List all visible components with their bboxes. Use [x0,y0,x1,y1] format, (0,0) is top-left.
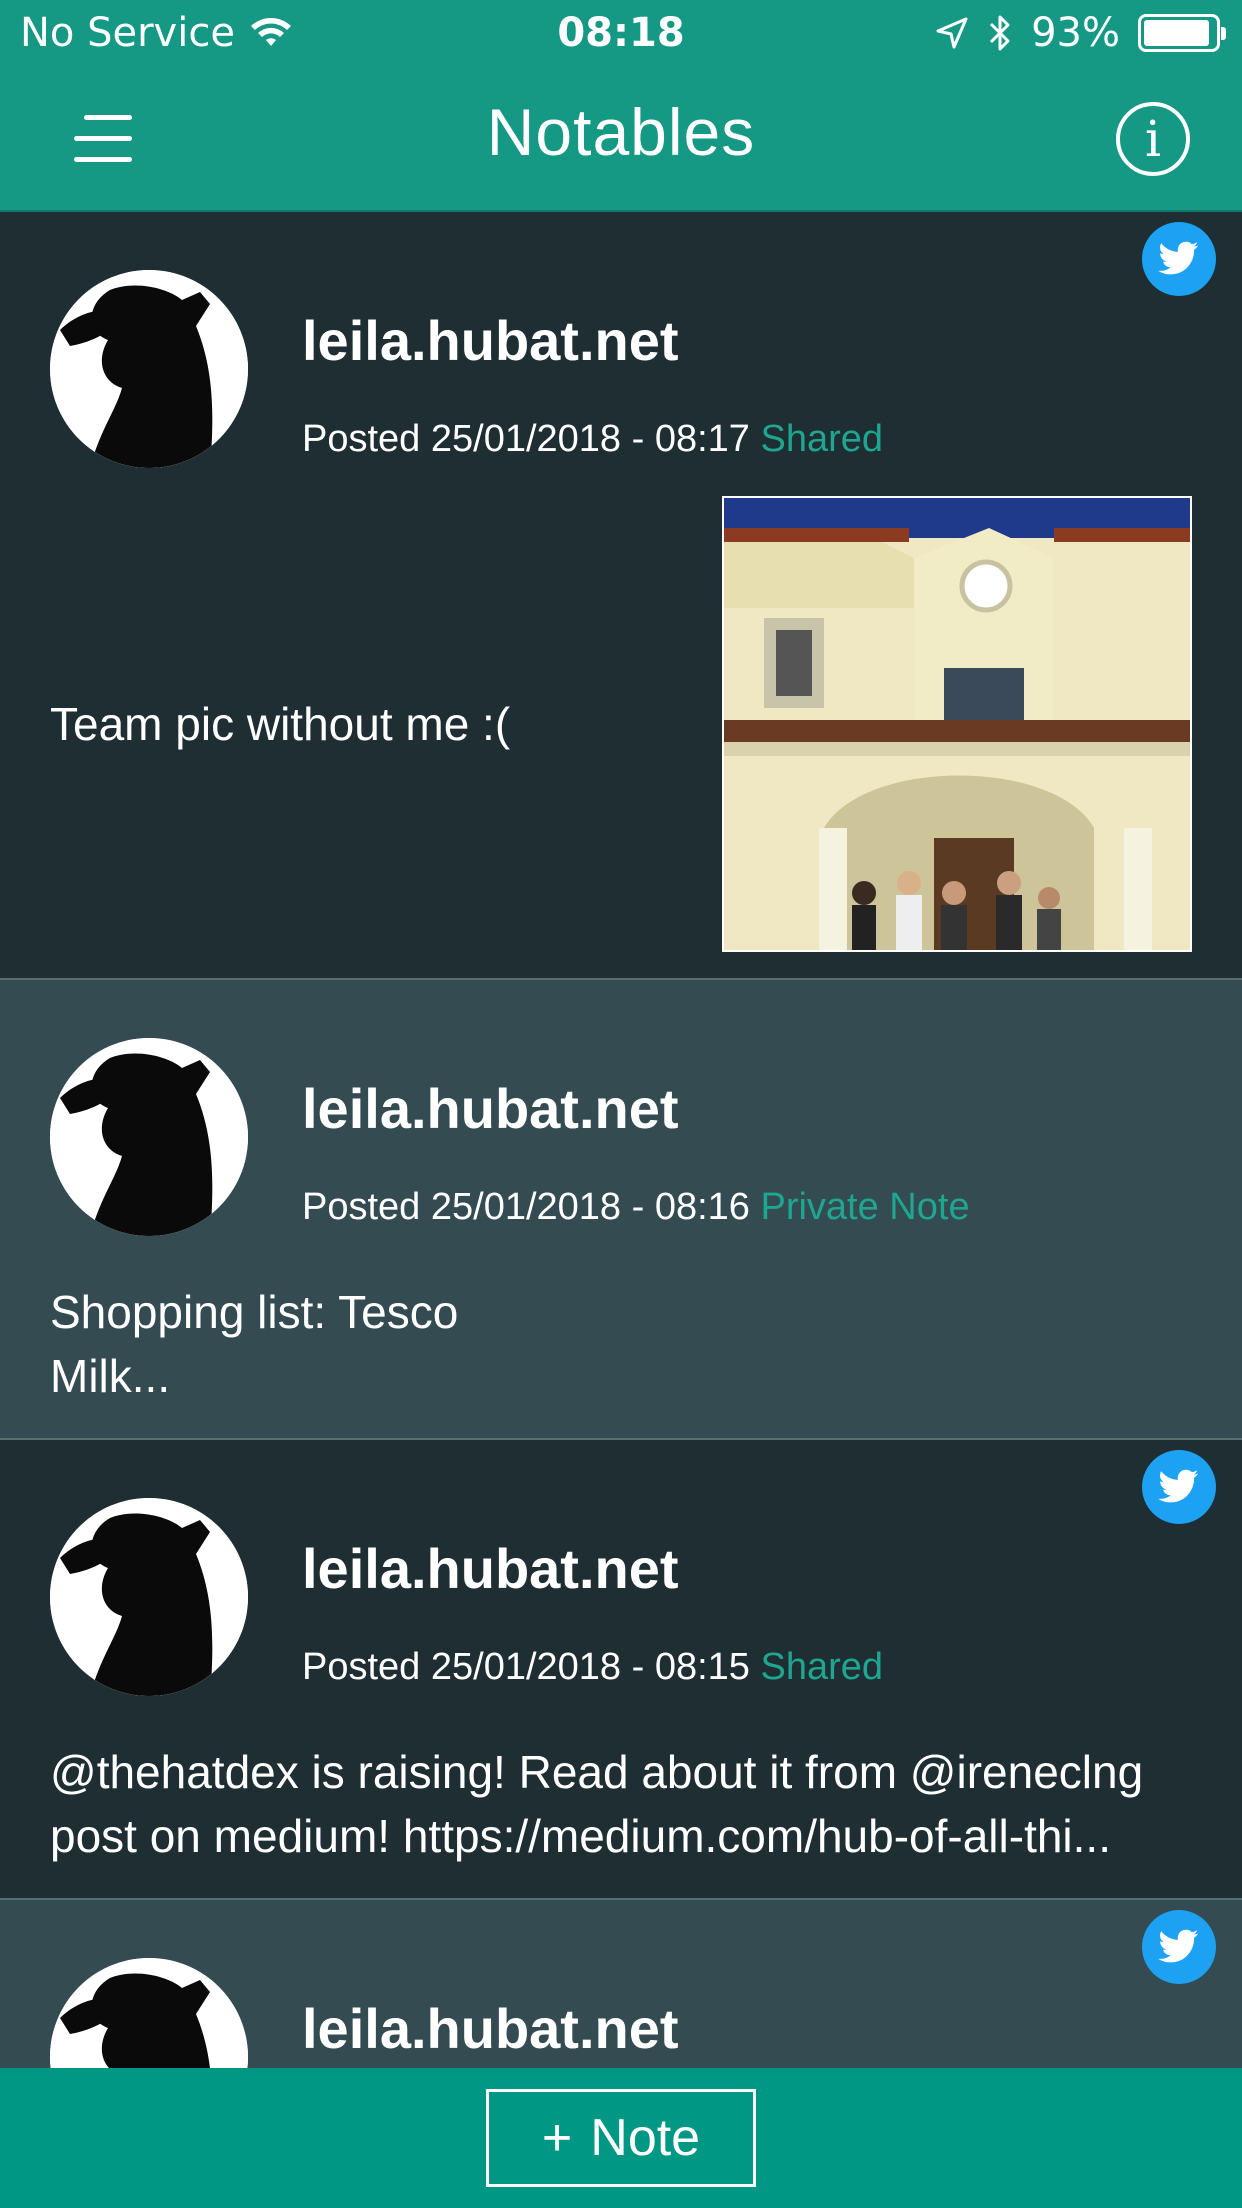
visibility-tag: Private Note [760,1186,970,1228]
avatar[interactable] [50,1038,248,1236]
twitter-icon[interactable] [1142,222,1216,296]
post-date: Posted 25/01/2018 - 08:16 [302,1186,750,1228]
note-card[interactable]: leila.hubat.net [0,1900,1242,2068]
author-name[interactable]: leila.hubat.net [302,308,679,373]
note-body[interactable]: Shopping list: Tesco Milk... [50,1280,1200,1408]
note-body[interactable]: Team pic without me :( [50,692,650,756]
top-bar: No Service 08:18 93% Notables i [0,0,1242,212]
notes-feed[interactable]: leila.hubat.net Posted 25/01/2018 - 08:1… [0,212,1242,2068]
twitter-icon[interactable] [1142,1910,1216,1984]
note-card[interactable]: leila.hubat.net Posted 25/01/2018 - 08:1… [0,1440,1242,1900]
avatar[interactable] [50,270,248,468]
attached-photo[interactable] [722,496,1192,952]
battery-percent: 93% [1031,10,1120,56]
post-meta: Posted 25/01/2018 - 08:16 Private Note [302,1186,970,1229]
bottom-bar: + Note [0,2068,1242,2208]
note-card[interactable]: leila.hubat.net Posted 25/01/2018 - 08:1… [0,980,1242,1440]
nav-bar: Notables i [0,68,1242,210]
visibility-tag: Shared [760,418,884,460]
location-arrow-icon [936,17,968,49]
page-title: Notables [486,95,756,169]
status-bar: No Service 08:18 93% [0,0,1242,68]
post-meta: Posted 25/01/2018 - 08:17 Shared [302,418,883,461]
plus-icon: + [541,2109,573,2167]
battery-icon [1138,14,1226,52]
note-body[interactable]: @thehatdex is raising! Read about it fro… [50,1740,1230,1868]
avatar[interactable] [50,1958,248,2068]
post-date: Posted 25/01/2018 - 08:17 [302,418,750,460]
visibility-tag: Shared [760,1646,884,1688]
post-meta: Posted 25/01/2018 - 08:15 Shared [302,1646,883,1689]
info-icon: i [1145,110,1161,168]
battery-fill [1144,20,1210,46]
avatar[interactable] [50,1498,248,1696]
author-name[interactable]: leila.hubat.net [302,1536,679,1601]
twitter-icon[interactable] [1142,1450,1216,1524]
post-date: Posted 25/01/2018 - 08:15 [302,1646,750,1688]
bluetooth-icon [990,15,1010,51]
info-button[interactable]: i [1116,102,1190,176]
author-name[interactable]: leila.hubat.net [302,1076,679,1141]
author-name[interactable]: leila.hubat.net [302,1996,679,2061]
add-note-button[interactable]: + Note [486,2089,756,2187]
note-card[interactable]: leila.hubat.net Posted 25/01/2018 - 08:1… [0,212,1242,980]
add-note-label: Note [590,2109,701,2167]
